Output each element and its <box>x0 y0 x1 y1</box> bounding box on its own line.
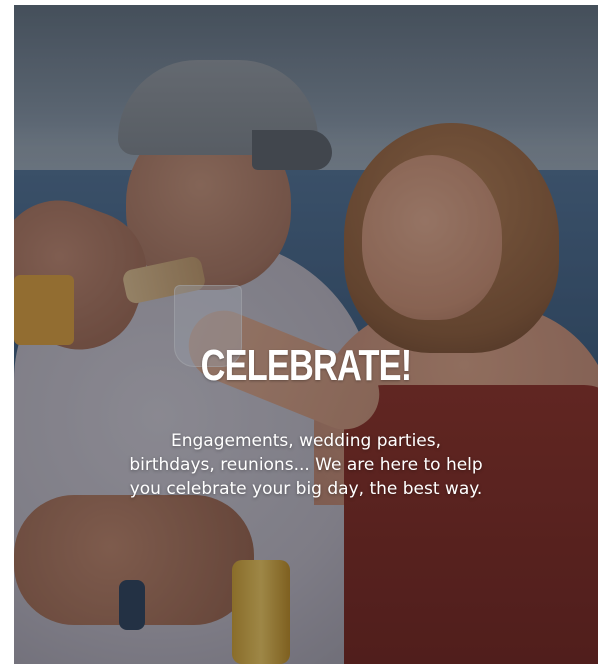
hero-heading: CELEBRATE! <box>200 341 413 390</box>
hero-description: Engagements, wedding parties, birthdays,… <box>129 431 483 499</box>
photo-dark-overlay <box>14 5 598 664</box>
celebrate-hero-card: CELEBRATE! Engagements, wedding parties,… <box>14 5 598 664</box>
